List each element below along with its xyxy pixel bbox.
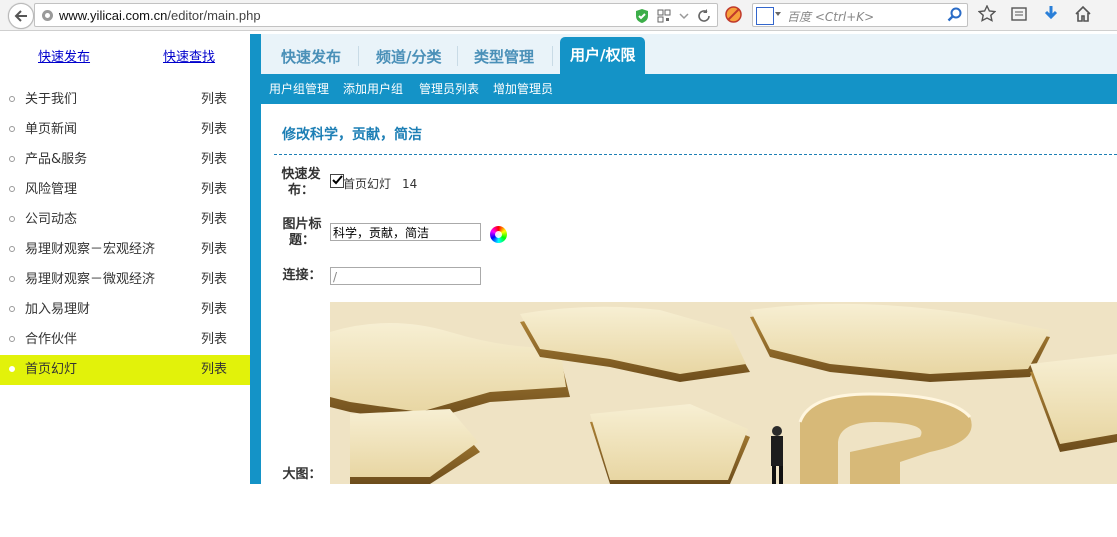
back-button[interactable] <box>8 3 34 29</box>
subnav-add-admin[interactable]: 增加管理员 <box>493 80 553 97</box>
quick-find-link[interactable]: 快速查找 <box>163 46 215 65</box>
sidebar-item-list-link[interactable]: 列表 <box>201 175 227 205</box>
browser-toolbar: www.yilicai.com.cn/editor/main.php 百度 <C… <box>0 0 1117 31</box>
sidebar-menu: 关于我们 列表 单页新闻 列表 产品&服务 列表 风险管理 列表 公司动态 列表 易理财观… <box>0 85 250 385</box>
star-icon[interactable] <box>978 5 996 23</box>
sidebar-item-list-link[interactable]: 列表 <box>201 265 227 295</box>
color-picker-icon[interactable] <box>490 226 507 243</box>
url-text: www.yilicai.com.cn/editor/main.php <box>59 8 261 23</box>
sidebar-item-label[interactable]: 单页新闻 <box>25 115 77 145</box>
sidebar-item-list-link[interactable]: 列表 <box>201 115 227 145</box>
bullet-icon <box>9 366 15 372</box>
arrow-left-icon <box>14 10 27 22</box>
image-title-input[interactable]: 科学，贡献，简洁 <box>330 223 481 241</box>
sidebar-item-label[interactable]: 合作伙伴 <box>25 325 77 355</box>
search-engine-dropdown-icon[interactable] <box>775 12 781 16</box>
qrcode-icon[interactable] <box>657 9 671 23</box>
sidebar-item-label[interactable]: 产品&服务 <box>25 145 87 175</box>
home-slides-checkbox[interactable] <box>330 174 344 188</box>
home-icon[interactable] <box>1074 5 1092 23</box>
tab-quick-publish[interactable]: 快速发布 <box>281 46 341 67</box>
tab-channels[interactable]: 频道/分类 <box>376 46 441 67</box>
tab-types[interactable]: 类型管理 <box>474 46 534 67</box>
sidebar-item-join[interactable]: 加入易理财 列表 <box>0 295 250 325</box>
search-bar[interactable]: 百度 <Ctrl+K> <box>752 3 968 27</box>
sidebar-item-list-link[interactable]: 列表 <box>201 235 227 265</box>
page-title: 修改科学，贡献，简洁 <box>282 127 422 143</box>
sidebar-item-list-link[interactable]: 列表 <box>201 325 227 355</box>
tab-separator <box>457 46 458 66</box>
reload-icon[interactable] <box>697 9 711 23</box>
sidebar-item-list-link[interactable]: 列表 <box>201 85 227 115</box>
bullet-icon <box>9 156 15 162</box>
sidebar-item-single-news[interactable]: 单页新闻 列表 <box>0 115 250 145</box>
bullet-icon <box>9 186 15 192</box>
quick-publish-link[interactable]: 快速发布 <box>38 46 90 65</box>
sub-nav: 用户组管理 添加用户组 管理员列表 增加管理员 <box>261 74 1117 104</box>
noscript-icon[interactable] <box>725 6 742 23</box>
sidebar-item-about[interactable]: 关于我们 列表 <box>0 85 250 115</box>
bullet-icon <box>9 246 15 252</box>
sidebar-item-label[interactable]: 易理财观察－微观经济 <box>25 265 155 295</box>
sidebar-item-label[interactable]: 关于我们 <box>25 85 77 115</box>
tab-users[interactable]: 用户/权限 <box>560 37 646 74</box>
quick-publish-label: 快速发布： <box>281 167 321 198</box>
subnav-user-groups[interactable]: 用户组管理 <box>269 80 329 97</box>
sidebar-item-list-link[interactable]: 列表 <box>201 355 227 385</box>
sidebar-item-label[interactable]: 风险管理 <box>25 175 77 205</box>
big-image-preview[interactable] <box>330 302 1117 484</box>
globe-icon <box>42 10 53 21</box>
tab-bar: 快速发布 频道/分类 类型管理 用户/权限 <box>261 34 1117 74</box>
url-bar[interactable]: www.yilicai.com.cn/editor/main.php <box>34 3 718 27</box>
subnav-admin-list[interactable]: 管理员列表 <box>419 80 479 97</box>
big-image-label: 大图： <box>282 467 322 482</box>
bullet-icon <box>9 126 15 132</box>
bullet-icon <box>9 276 15 282</box>
sidebar-item-home-slides[interactable]: 首页幻灯 列表 <box>0 355 250 385</box>
sidebar-item-macro[interactable]: 易理财观察－宏观经济 列表 <box>0 235 250 265</box>
bullet-icon <box>9 336 15 342</box>
tab-separator <box>358 46 359 66</box>
sidebar-item-risk[interactable]: 风险管理 列表 <box>0 175 250 205</box>
link-label: 连接： <box>282 268 322 283</box>
checkmark-icon <box>332 175 343 185</box>
sidebar-item-list-link[interactable]: 列表 <box>201 295 227 325</box>
bullet-icon <box>9 216 15 222</box>
image-title-label: 图片标题： <box>282 217 322 248</box>
sidebar-item-list-link[interactable]: 列表 <box>201 205 227 235</box>
bullet-icon <box>9 96 15 102</box>
sidebar-item-micro[interactable]: 易理财观察－微观经济 列表 <box>0 265 250 295</box>
search-placeholder: 百度 <Ctrl+K> <box>787 10 875 24</box>
main-panel: 快速发布 频道/分类 类型管理 用户/权限 用户组管理 添加用户组 管理员列表 … <box>261 34 1117 484</box>
sidebar-item-partners[interactable]: 合作伙伴 列表 <box>0 325 250 355</box>
baidu-icon[interactable] <box>756 7 774 25</box>
sidebar-item-label[interactable]: 公司动态 <box>25 205 77 235</box>
subnav-add-user-group[interactable]: 添加用户组 <box>343 80 403 97</box>
sidebar-item-company-news[interactable]: 公司动态 列表 <box>0 205 250 235</box>
sidebar-item-products[interactable]: 产品&服务 列表 <box>0 145 250 175</box>
link-input[interactable]: / <box>330 267 481 285</box>
left-sidebar: 快速发布 快速查找 关于我们 列表 单页新闻 列表 产品&服务 列表 风险管理 列表 公… <box>0 34 250 484</box>
tab-separator <box>552 46 553 66</box>
reading-list-icon[interactable] <box>1010 5 1028 23</box>
sidebar-item-list-link[interactable]: 列表 <box>201 145 227 175</box>
search-icon[interactable] <box>947 7 963 23</box>
shield-icon[interactable] <box>635 8 649 24</box>
home-slides-count: 14 <box>402 177 418 191</box>
chevron-down-icon[interactable] <box>679 9 689 23</box>
dashed-divider <box>274 154 1117 155</box>
sidebar-item-label[interactable]: 易理财观察－宏观经济 <box>25 235 155 265</box>
home-slides-option-label[interactable]: 首页幻灯 <box>343 175 391 192</box>
download-icon[interactable] <box>1042 5 1060 23</box>
world-map-image <box>330 302 1117 484</box>
bullet-icon <box>9 306 15 312</box>
sidebar-item-label[interactable]: 加入易理财 <box>25 295 90 325</box>
sidebar-divider <box>250 34 261 484</box>
sidebar-item-label[interactable]: 首页幻灯 <box>25 355 77 385</box>
